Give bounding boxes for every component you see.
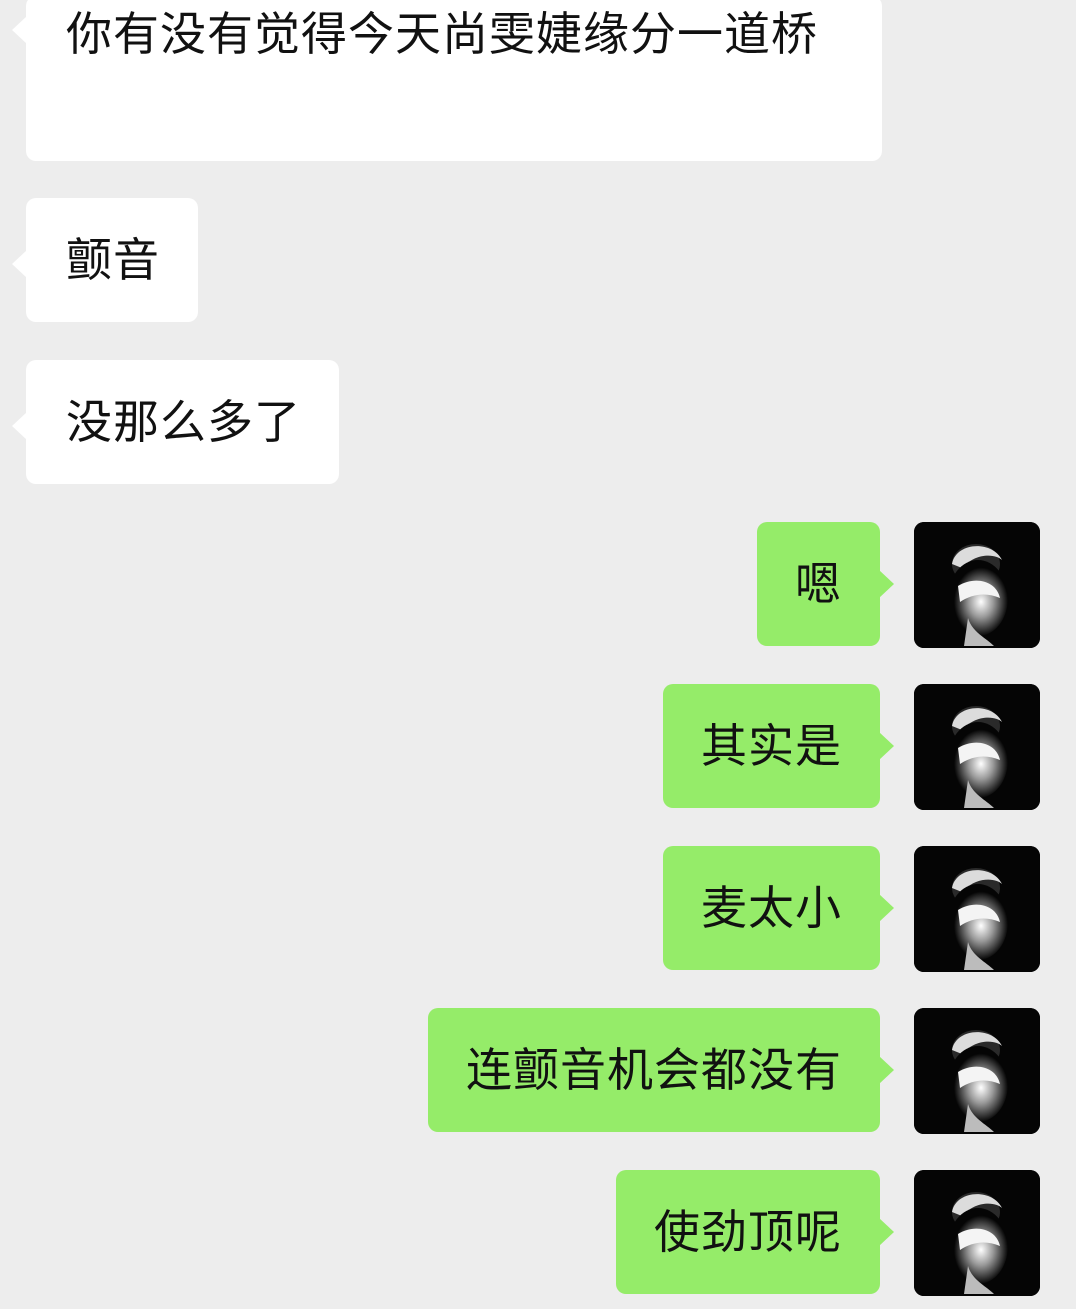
message-bubble-outgoing[interactable]: 其实是	[663, 684, 894, 808]
portrait-avatar-icon[interactable]	[914, 846, 1040, 972]
message-bubble-incoming[interactable]: 你有没有觉得今天尚雯婕缘分一道桥	[12, 0, 882, 161]
message-text: 你有没有觉得今天尚雯婕缘分一道桥	[66, 7, 818, 61]
chat-message-list[interactable]: 你有没有觉得今天尚雯婕缘分一道桥 颤音 没那么多了 嗯 其实是 麦太小 连颤音机…	[0, 0, 1076, 1309]
portrait-avatar-icon[interactable]	[914, 522, 1040, 648]
portrait-avatar-icon[interactable]	[914, 1170, 1040, 1296]
message-text: 其实是	[701, 719, 842, 773]
avatar-image	[914, 684, 1040, 810]
message-bubble-outgoing[interactable]: 连颤音机会都没有	[428, 1008, 894, 1132]
avatar-image	[914, 846, 1040, 972]
message-text: 使劲顶呢	[654, 1205, 842, 1259]
avatar-image	[914, 1008, 1040, 1134]
avatar-image	[914, 522, 1040, 648]
message-bubble-outgoing[interactable]: 嗯	[757, 522, 894, 646]
message-text: 没那么多了	[66, 395, 301, 449]
message-text: 嗯	[795, 557, 842, 611]
message-bubble-incoming[interactable]: 颤音	[12, 198, 198, 322]
message-text: 麦太小	[701, 881, 842, 935]
message-text: 颤音	[66, 233, 160, 287]
avatar-image	[914, 1170, 1040, 1296]
message-bubble-outgoing[interactable]: 麦太小	[663, 846, 894, 970]
message-bubble-incoming[interactable]: 没那么多了	[12, 360, 339, 484]
portrait-avatar-icon[interactable]	[914, 1008, 1040, 1134]
message-bubble-outgoing[interactable]: 使劲顶呢	[616, 1170, 894, 1294]
portrait-avatar-icon[interactable]	[914, 684, 1040, 810]
message-text: 连颤音机会都没有	[466, 1043, 842, 1097]
